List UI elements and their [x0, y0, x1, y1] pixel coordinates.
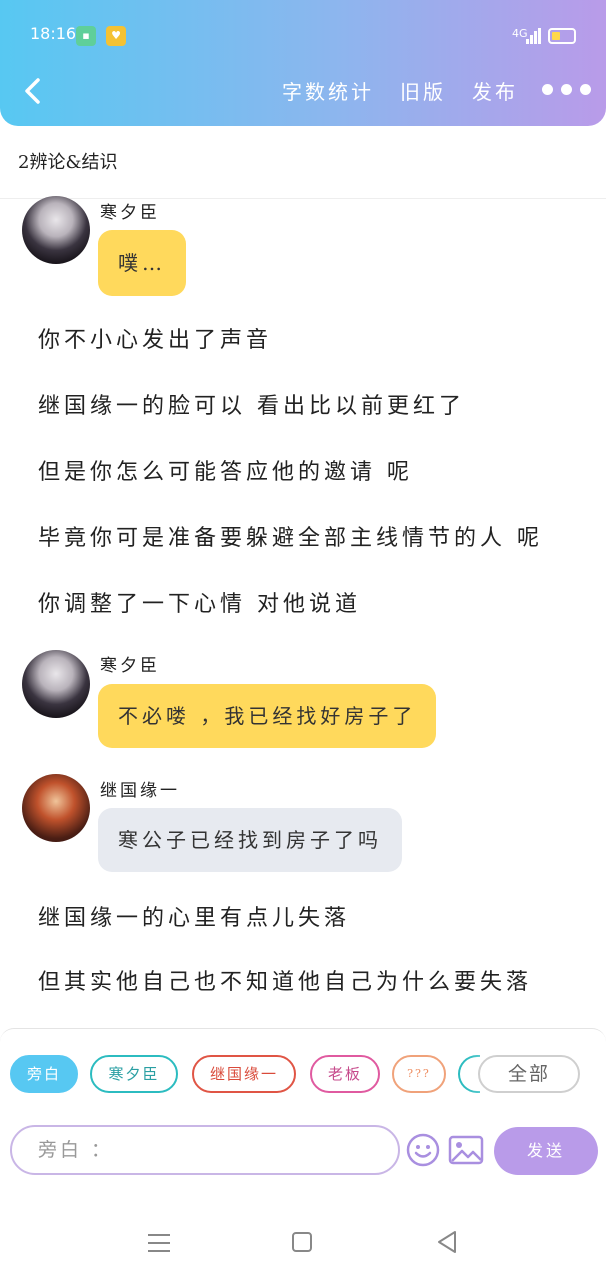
- old-version-button[interactable]: 旧版: [400, 76, 446, 105]
- image-icon[interactable]: [448, 1133, 484, 1167]
- avatar[interactable]: [22, 196, 90, 264]
- composer-panel: 旁白 寒夕臣 继国缘一 老板 ??? 全部 旁白 ： 发送: [0, 1028, 606, 1176]
- narration-text[interactable]: 毕竟你可是准备要躲避全部主线情节的人 呢: [38, 520, 543, 552]
- notification-heart-icon: ♥: [106, 26, 126, 46]
- divider: [0, 198, 606, 199]
- send-button[interactable]: 发送: [494, 1127, 598, 1175]
- avatar[interactable]: [22, 650, 90, 718]
- chapter-title[interactable]: 2辨论&结识: [18, 148, 117, 174]
- narration-text[interactable]: 但是你怎么可能答应他的邀请 呢: [38, 454, 413, 486]
- message-bubble[interactable]: 不必喽 ，我已经找好房子了: [98, 684, 437, 748]
- status-bar: 18:16 ▪ ♥ 4G: [0, 18, 606, 54]
- top-header: 18:16 ▪ ♥ 4G 字数统计 旧版 发布: [0, 0, 606, 126]
- speaker-name: 寒夕臣: [100, 656, 160, 676]
- narration-text[interactable]: 但其实他自己也不知道他自己为什么要失落: [38, 964, 532, 996]
- notification-app-icon: ▪: [76, 26, 96, 46]
- all-roles-button[interactable]: 全部: [478, 1055, 580, 1093]
- publish-button[interactable]: 发布: [472, 76, 518, 105]
- narration-text[interactable]: 继国缘一的脸可以 看出比以前更红了: [38, 388, 465, 420]
- message-input[interactable]: 旁白 ：: [10, 1125, 400, 1175]
- word-count-button[interactable]: 字数统计: [282, 76, 374, 105]
- signal-icon: [526, 28, 541, 44]
- role-chip-unknown[interactable]: ???: [392, 1055, 446, 1093]
- role-chip-narrator[interactable]: 旁白: [10, 1055, 78, 1093]
- message-bubble[interactable]: 噗…: [98, 230, 186, 296]
- more-options-icon[interactable]: [542, 84, 592, 96]
- role-chip-partial[interactable]: [458, 1055, 480, 1093]
- avatar[interactable]: [22, 774, 90, 842]
- role-chip-hanxichen[interactable]: 寒夕臣: [90, 1055, 178, 1093]
- speaker-name: 寒夕臣: [100, 203, 160, 223]
- status-time: 18:16: [30, 24, 77, 43]
- narration-text[interactable]: 你调整了一下心情 对他说道: [38, 586, 361, 618]
- role-chip-boss[interactable]: 老板: [310, 1055, 380, 1093]
- narration-text[interactable]: 你不小心发出了声音: [38, 322, 272, 354]
- home-icon[interactable]: [292, 1232, 312, 1252]
- speaker-name: 继国缘一: [100, 781, 180, 801]
- back-triangle-icon[interactable]: [436, 1230, 458, 1254]
- message-bubble[interactable]: 寒公子已经找到房子了吗: [98, 808, 402, 872]
- menu-icon[interactable]: [148, 1234, 170, 1252]
- back-arrow-icon[interactable]: [18, 74, 48, 108]
- role-chip-jiguo-yuanyi[interactable]: 继国缘一: [192, 1055, 296, 1093]
- system-nav-bar: [0, 1176, 606, 1280]
- battery-icon: [548, 28, 576, 44]
- narration-text[interactable]: 继国缘一的心里有点儿失落: [38, 900, 350, 932]
- nav-bar: 字数统计 旧版 发布: [0, 64, 606, 120]
- emoji-icon[interactable]: [406, 1133, 440, 1167]
